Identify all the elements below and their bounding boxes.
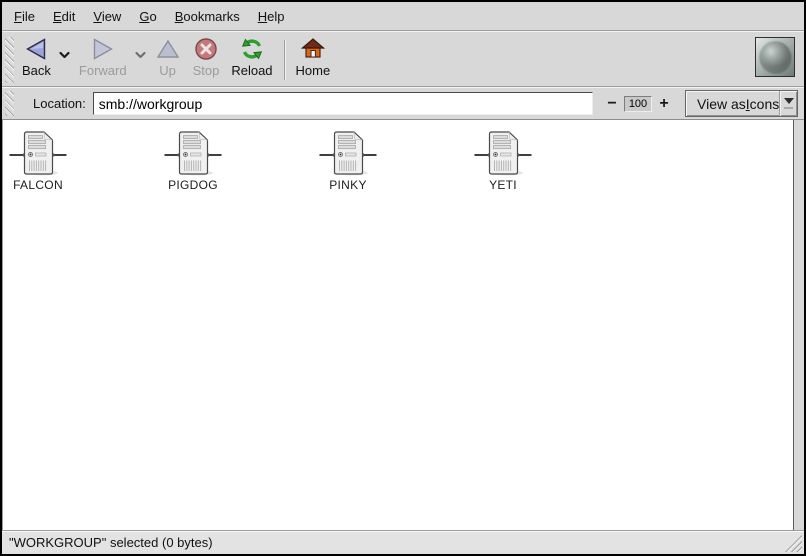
file-icon-falcon[interactable]: FALCON <box>0 130 108 192</box>
status-text: "WORKGROUP" selected (0 bytes) <box>9 535 213 550</box>
home-icon <box>300 36 326 62</box>
toolbar-separator <box>284 40 285 80</box>
menu-file[interactable]: File <box>5 9 44 24</box>
up-label: Up <box>159 63 176 78</box>
toolbar: Back Forward Up <box>2 31 804 87</box>
file-manager-window: File Edit View Go Bookmarks Help Back Fo… <box>0 0 806 556</box>
icon-label: PINKY <box>329 178 367 192</box>
icon-view[interactable]: FALCON PIGDOG PINKY YETI <box>2 120 794 530</box>
reload-icon <box>239 36 265 62</box>
menu-edit[interactable]: Edit <box>44 9 84 24</box>
forward-label: Forward <box>79 63 127 78</box>
menu-bookmarks[interactable]: Bookmarks <box>166 9 249 24</box>
toolbar-grip[interactable] <box>5 37 14 83</box>
icon-label: PIGDOG <box>168 178 218 192</box>
file-icon-pinky[interactable]: PINKY <box>278 130 418 192</box>
stop-label: Stop <box>193 63 220 78</box>
throbber-icon <box>755 37 795 77</box>
up-button[interactable]: Up <box>149 34 187 80</box>
back-label: Back <box>22 63 51 78</box>
menubar: File Edit View Go Bookmarks Help <box>2 2 804 31</box>
server-icon <box>9 130 67 176</box>
forward-history-dropdown[interactable] <box>133 34 149 60</box>
home-button[interactable]: Home <box>290 34 337 80</box>
dropdown-arrow-icon <box>779 91 797 116</box>
location-input[interactable] <box>93 92 593 115</box>
reload-button[interactable]: Reload <box>225 34 278 80</box>
server-icon <box>319 130 377 176</box>
chevron-down-icon <box>58 51 71 60</box>
file-icon-yeti[interactable]: YETI <box>433 130 573 192</box>
resize-grip-icon[interactable] <box>785 535 802 552</box>
view-as-dropdown[interactable]: View as Icons <box>685 90 798 117</box>
stop-icon <box>193 36 219 62</box>
up-icon <box>155 36 181 62</box>
view-as-label: View as Icons <box>686 91 779 116</box>
reload-label: Reload <box>231 63 272 78</box>
back-icon <box>23 36 49 62</box>
chevron-down-icon <box>134 51 147 60</box>
menu-view[interactable]: View <box>84 9 130 24</box>
location-bar-grip[interactable] <box>5 91 14 116</box>
zoom-in-button[interactable]: + <box>657 97 671 111</box>
zoom-out-button[interactable]: − <box>605 97 619 111</box>
status-bar: "WORKGROUP" selected (0 bytes) <box>2 530 804 554</box>
zoom-level-indicator[interactable]: 100 <box>624 96 652 112</box>
location-label: Location: <box>33 96 86 111</box>
menu-help[interactable]: Help <box>249 9 294 24</box>
content-wrap: FALCON PIGDOG PINKY YETI <box>2 120 804 530</box>
forward-button[interactable]: Forward <box>73 34 133 80</box>
server-icon <box>474 130 532 176</box>
location-bar: Location: − 100 + View as Icons <box>2 87 804 120</box>
home-label: Home <box>296 63 331 78</box>
back-history-dropdown[interactable] <box>57 34 73 60</box>
throbber-orb <box>760 42 791 73</box>
forward-icon <box>90 36 116 62</box>
stop-button[interactable]: Stop <box>187 34 226 80</box>
icon-label: FALCON <box>13 178 63 192</box>
back-button[interactable]: Back <box>16 34 57 80</box>
server-icon <box>164 130 222 176</box>
icon-label: YETI <box>489 178 517 192</box>
file-icon-pigdog[interactable]: PIGDOG <box>123 130 263 192</box>
menu-go[interactable]: Go <box>130 9 165 24</box>
